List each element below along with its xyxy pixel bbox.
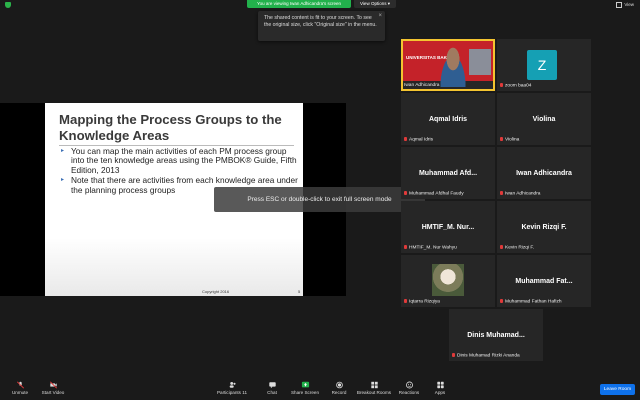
start-video-label: Start Video bbox=[41, 390, 65, 395]
record-button[interactable]: Record bbox=[319, 378, 359, 400]
muted-mic-icon bbox=[404, 244, 407, 249]
view-label: View bbox=[624, 2, 634, 7]
building-image bbox=[469, 49, 491, 75]
apps-label: Apps bbox=[434, 390, 446, 395]
participants-icon bbox=[229, 381, 236, 388]
profile-photo bbox=[432, 264, 464, 296]
slide-title: Mapping the Process Groups to the Knowle… bbox=[59, 112, 282, 143]
record-icon bbox=[335, 381, 343, 389]
participant-name: Muhammad Fathan Hafizh bbox=[500, 298, 562, 305]
viewing-status-badge: You are viewing Iwan Adhicandra's screen bbox=[247, 0, 351, 8]
video-tile[interactable]: Aqmal Idris Aqmal Idris bbox=[401, 93, 495, 145]
top-bar: You are viewing Iwan Adhicandra's screen… bbox=[0, 0, 640, 9]
muted-mic-icon bbox=[404, 190, 407, 195]
avatar: Z bbox=[527, 50, 557, 80]
grid-icon bbox=[616, 1, 623, 8]
presenter-video: UNIVERSITAS BAKRIE bbox=[403, 41, 493, 87]
breakout-rooms-button[interactable]: Breakout Rooms bbox=[354, 378, 394, 400]
exit-fullscreen-hint: Press ESC or double-click to exit full s… bbox=[214, 187, 425, 212]
participants-count: 11 bbox=[242, 390, 248, 395]
meeting-toolbar: Unmute Start Video Participants 11 Chat … bbox=[0, 378, 640, 400]
participant-name: Kevin Rizqi F. bbox=[500, 244, 534, 251]
start-video-button[interactable]: Start Video bbox=[33, 378, 73, 400]
muted-mic-icon bbox=[500, 298, 503, 303]
view-options-button[interactable]: View Options ▾ bbox=[354, 0, 396, 8]
muted-mic-icon bbox=[500, 244, 503, 249]
participant-name: HMTIF_M. Nur Wahyu bbox=[404, 244, 457, 251]
slide-copyright: Copyright 2016 bbox=[202, 289, 230, 294]
bullet-arrow-icon: ▸ bbox=[61, 148, 65, 154]
muted-mic-icon bbox=[452, 352, 455, 357]
video-tile[interactable]: HMTIF_M. Nur... HMTIF_M. Nur Wahyu bbox=[401, 201, 495, 253]
video-tile[interactable]: Violina Violina bbox=[497, 93, 591, 145]
participant-name: zoom baa04 bbox=[500, 82, 531, 89]
muted-mic-icon bbox=[404, 298, 407, 303]
shield-icon[interactable] bbox=[5, 2, 11, 8]
presenter-person bbox=[437, 47, 469, 87]
participant-name: Dinis Muhamad Rizki Ananda bbox=[452, 352, 520, 359]
participant-name: Muhammad Afdhal Faudy bbox=[404, 190, 464, 197]
record-label: Record bbox=[331, 390, 347, 395]
slide-bullet: ▸ You can map the main activities of each… bbox=[61, 146, 301, 175]
reactions-icon bbox=[405, 381, 413, 389]
participants-label: Participants 11 bbox=[216, 390, 248, 395]
video-tile[interactable]: Iwan Adhicandra Iwan Adhicandra bbox=[497, 147, 591, 199]
video-tile[interactable]: Muhammad Afd... Muhammad Afdhal Faudy bbox=[401, 147, 495, 199]
participant-name: Iqtarra Rizqiya bbox=[404, 298, 440, 305]
participant-name: Iwan Adhicandra bbox=[500, 190, 540, 197]
fit-to-screen-tooltip: The shared content is fit to your screen… bbox=[258, 11, 385, 41]
chat-icon bbox=[268, 382, 276, 389]
video-tile[interactable]: Dinis Muhamad... Dinis Muhamad Rizki Ana… bbox=[449, 309, 543, 361]
video-off-icon bbox=[49, 381, 57, 389]
participant-name: Violina bbox=[500, 136, 519, 143]
video-tile[interactable]: Kevin Rizqi F. Kevin Rizqi F. bbox=[497, 201, 591, 253]
participant-name: Aqmal Idris bbox=[404, 136, 433, 143]
close-icon[interactable]: × bbox=[378, 13, 382, 20]
apps-button[interactable]: Apps bbox=[420, 378, 460, 400]
slide-page-number: 5 bbox=[298, 289, 301, 294]
muted-mic-icon bbox=[500, 190, 503, 195]
video-tile[interactable]: Muhammad Fat... Muhammad Fathan Hafizh bbox=[497, 255, 591, 307]
tooltip-text: The shared content is fit to your screen… bbox=[264, 15, 377, 28]
view-button[interactable]: View bbox=[616, 1, 634, 8]
video-tile-presenter[interactable]: UNIVERSITAS BAKRIE Iwan Adhicandra bbox=[401, 39, 495, 91]
bullet-arrow-icon: ▸ bbox=[61, 177, 65, 184]
share-screen-icon bbox=[301, 381, 309, 388]
muted-mic-icon bbox=[404, 136, 407, 141]
apps-icon bbox=[436, 381, 444, 389]
microphone-muted-icon bbox=[16, 381, 24, 389]
participants-button[interactable]: Participants 11 bbox=[212, 378, 252, 400]
participant-name: Iwan Adhicandra bbox=[404, 83, 440, 88]
breakout-rooms-label: Breakout Rooms bbox=[356, 390, 392, 395]
bullet-text: You can map the main activities of each … bbox=[71, 146, 297, 175]
breakout-rooms-icon bbox=[370, 381, 378, 389]
leave-room-button[interactable]: Leave Room bbox=[600, 384, 635, 395]
muted-mic-icon bbox=[500, 136, 503, 141]
muted-mic-icon bbox=[500, 82, 503, 87]
